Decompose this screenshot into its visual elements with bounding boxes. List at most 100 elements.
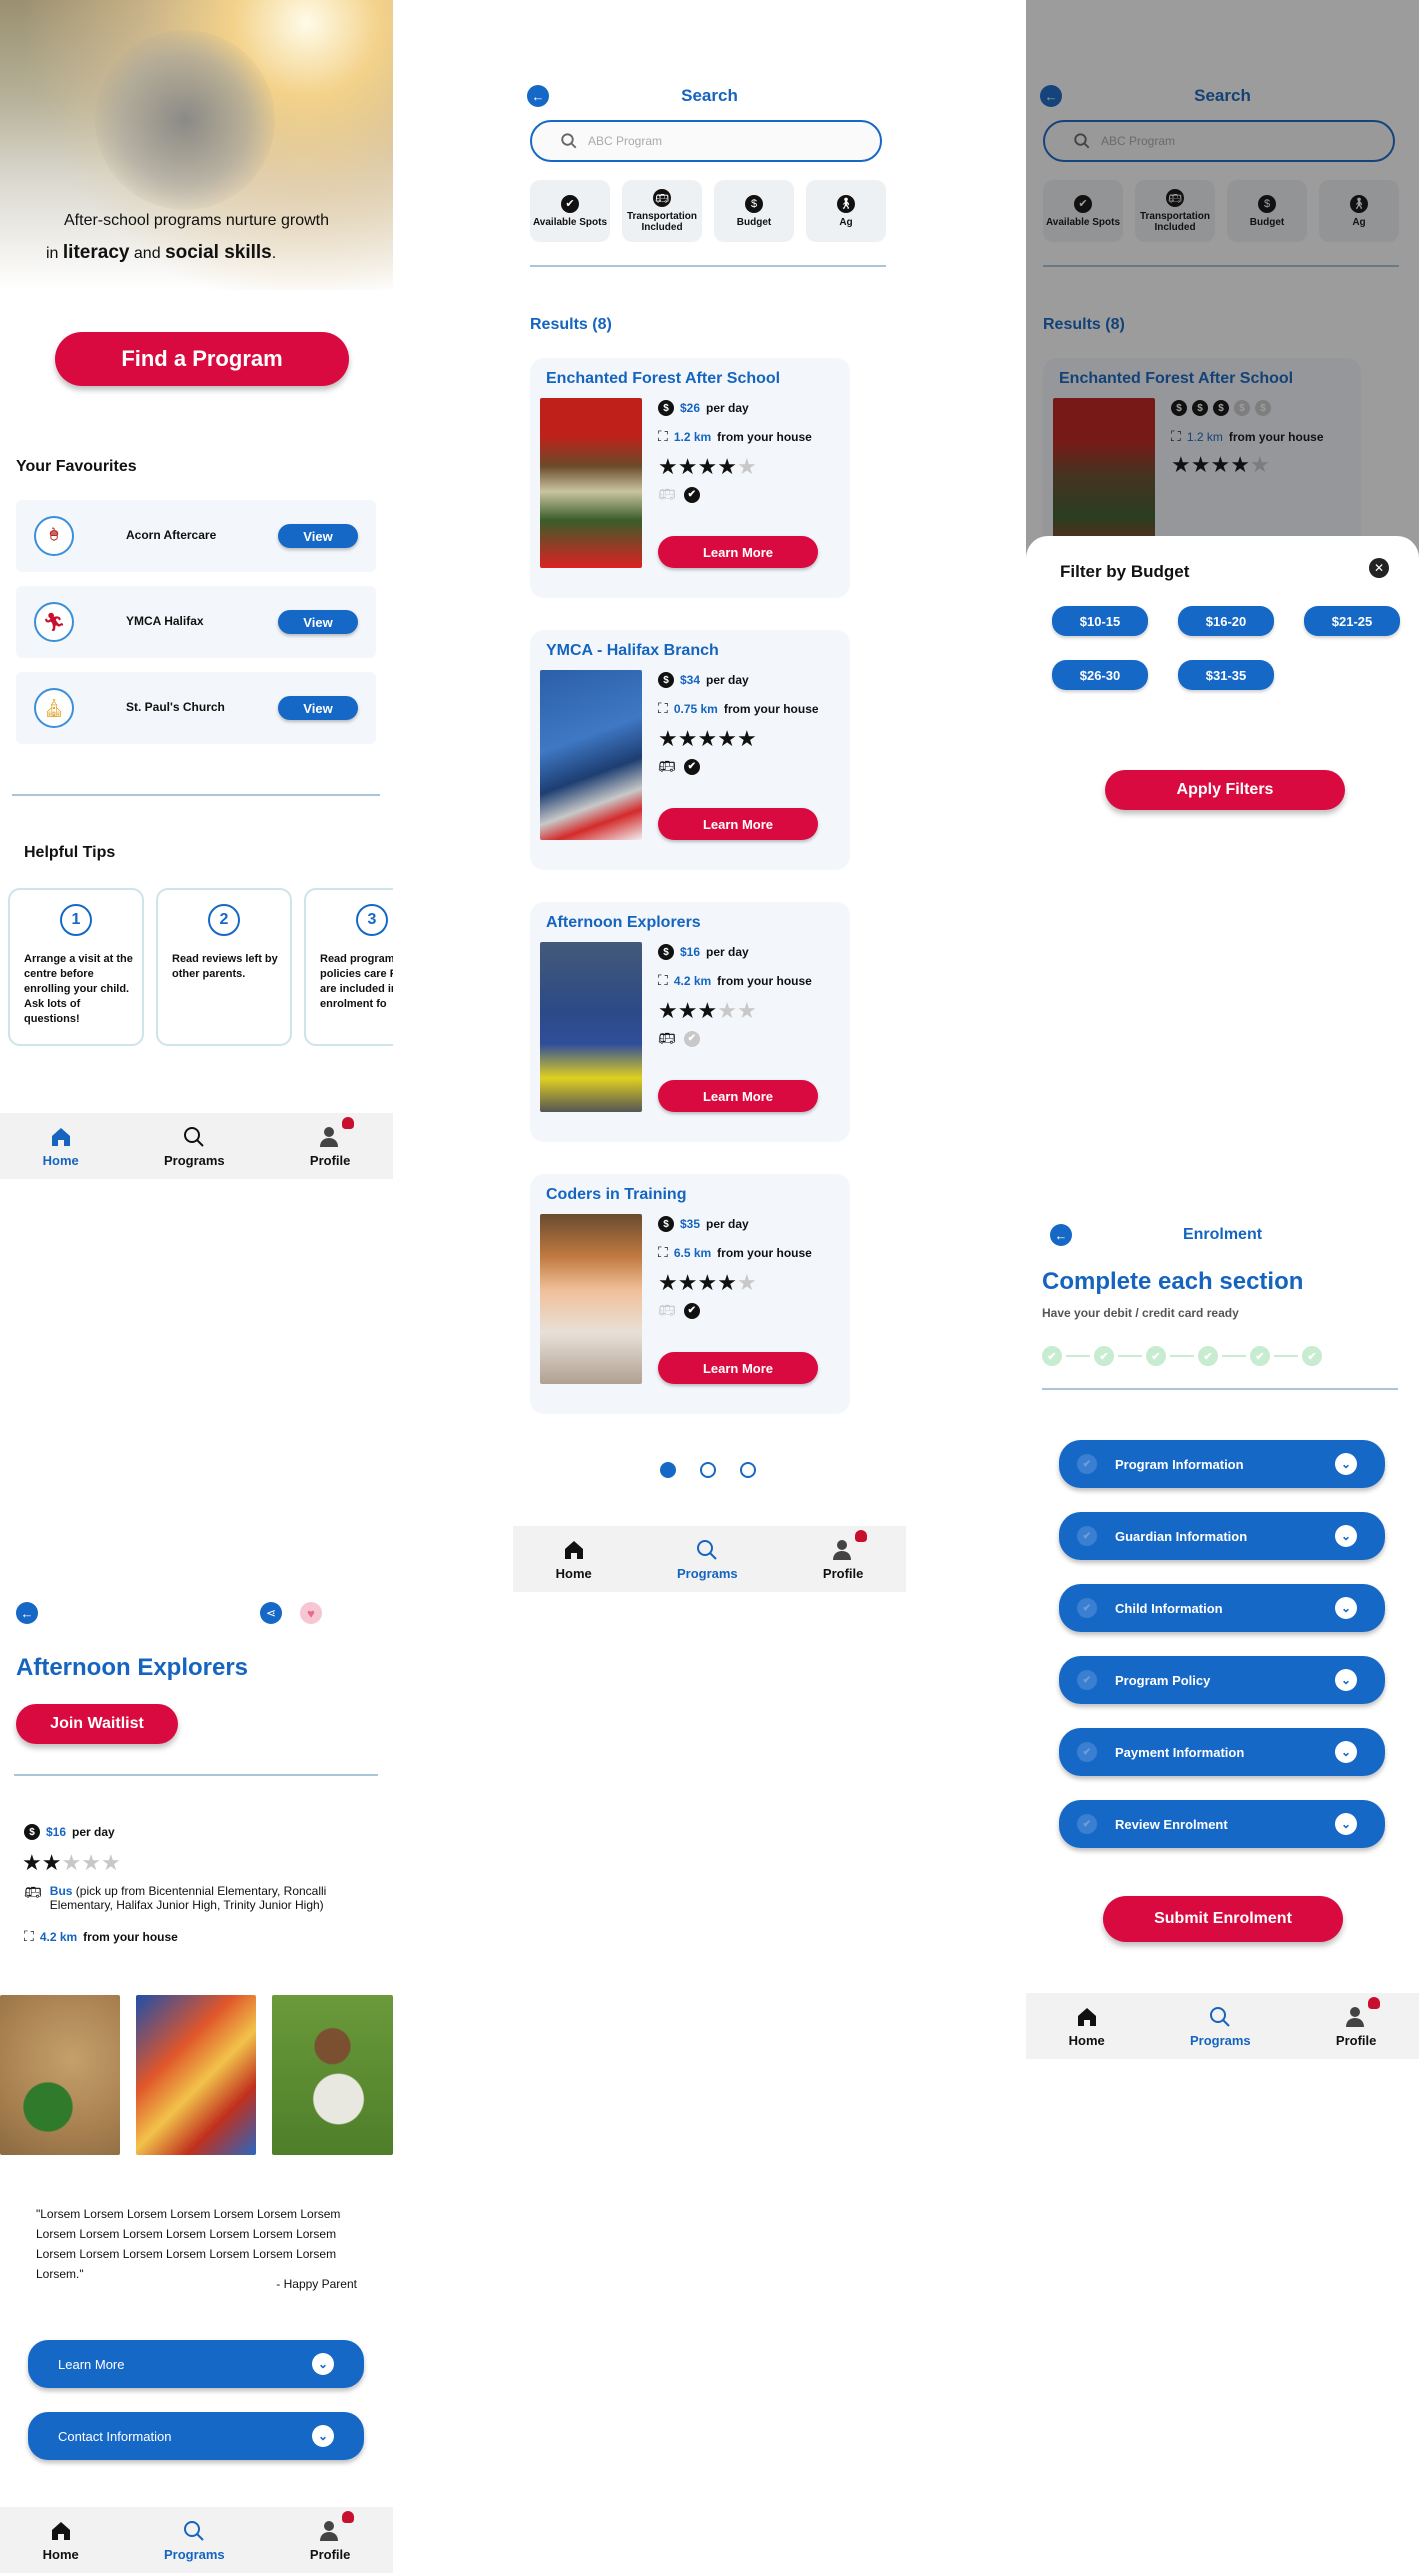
budget-option[interactable]: $31-35 (1178, 660, 1274, 690)
favourite-name: St. Paul's Church (126, 700, 225, 714)
view-button[interactable]: View (278, 524, 358, 548)
bottom-nav: Home Programs Profile (0, 1113, 393, 1179)
nav-programs[interactable]: Programs (164, 2519, 225, 2562)
learn-more-button[interactable]: Learn More (658, 808, 818, 840)
chevron-down-icon: ⌄ (312, 2425, 334, 2447)
nav-profile[interactable]: Profile (823, 1529, 868, 1581)
chevron-down-icon: ⌄ (1335, 1813, 1357, 1835)
results-count: Results (8) (530, 316, 612, 333)
enrolment-section[interactable]: ✔ Child Information ⌄ (1059, 1584, 1385, 1632)
profile-icon (320, 2520, 339, 2541)
apply-filters-button[interactable]: Apply Filters (1105, 770, 1345, 810)
star-icon: ★ (697, 454, 718, 479)
enrolment-section[interactable]: ✔ Review Enrolment ⌄ (1059, 1800, 1385, 1848)
share-button[interactable]: ⋖ (260, 1602, 282, 1624)
nav-home[interactable]: Home (556, 1538, 592, 1581)
chevron-down-icon: ⌄ (312, 2353, 334, 2375)
gallery-image-child[interactable] (272, 1995, 393, 2155)
page-dot[interactable] (700, 1462, 716, 1478)
star-icon: ★ (658, 726, 678, 751)
nav-programs[interactable]: Programs (164, 1125, 225, 1168)
home-icon (1077, 2007, 1096, 2026)
budget-option[interactable]: $10-15 (1052, 606, 1148, 636)
star-icon: ★ (736, 1270, 757, 1295)
bus-icon: 🚌︎ (24, 1884, 42, 1900)
home-icon (564, 1540, 583, 1559)
filter-chip[interactable]: 🚶︎ Ag (806, 180, 886, 242)
price-row: $ $34 per day (658, 672, 749, 688)
nav-home[interactable]: Home (43, 1125, 79, 1168)
back-button[interactable]: ← (16, 1602, 38, 1624)
search-icon (184, 1126, 205, 1147)
filter-chip-label: Ag (839, 216, 853, 228)
learn-more-button[interactable]: Learn More (658, 1080, 818, 1112)
amenity-row: 🚌︎ ✔ (658, 486, 700, 503)
submit-enrolment-button[interactable]: Submit Enrolment (1103, 1896, 1343, 1942)
tip-card: 3 Read program policies care Policies are… (304, 888, 393, 1046)
nav-home[interactable]: Home (1069, 2005, 1105, 2048)
budget-option[interactable]: $21-25 (1304, 606, 1400, 636)
tips-carousel[interactable]: 1 Arrange a visit at the centre before en… (0, 888, 393, 1048)
enrolment-section[interactable]: ✔ Program Policy ⌄ (1059, 1656, 1385, 1704)
close-button[interactable]: ✕ (1369, 558, 1389, 578)
view-button[interactable]: View (278, 696, 358, 720)
page-dot[interactable] (660, 1462, 676, 1478)
view-button[interactable]: View (278, 610, 358, 634)
price-row: $ $35 per day (658, 1216, 749, 1232)
enrolment-section[interactable]: ✔ Guardian Information ⌄ (1059, 1512, 1385, 1560)
step-check-icon: ✔ (1094, 1346, 1114, 1366)
filter-chip[interactable]: ✔ Available Spots (530, 180, 610, 242)
star-icon: ★ (658, 1270, 678, 1295)
tip-number: 2 (208, 904, 240, 936)
dollar-icon: $ (745, 194, 763, 213)
result-title: YMCA - Halifax Branch (546, 642, 719, 659)
result-card[interactable]: Enchanted Forest After School $ $26 per day… (530, 358, 850, 598)
photo-gallery (0, 1995, 393, 2155)
nav-home[interactable]: Home (43, 2519, 79, 2562)
acorn-icon: 🌰︎ (48, 525, 60, 545)
home-screen: After-school programs nurture growth in … (0, 0, 393, 1180)
nav-programs[interactable]: Programs (677, 1538, 738, 1581)
learn-more-button[interactable]: Learn More (658, 536, 818, 568)
star-icon: ★ (658, 998, 678, 1023)
page-dot[interactable] (740, 1462, 756, 1478)
filter-chip[interactable]: $ Budget (714, 180, 794, 242)
budget-option[interactable]: $26-30 (1052, 660, 1148, 690)
accordion-label: Learn More (58, 2356, 125, 2372)
result-card[interactable]: YMCA - Halifax Branch $ $34 per day ⛶ 0.75 km… (530, 630, 850, 870)
find-program-button[interactable]: Find a Program (55, 332, 349, 386)
chevron-down-icon: ⌄ (1335, 1669, 1357, 1691)
progress-steps: ✔ ✔ ✔ ✔ ✔ ✔ (1042, 1346, 1322, 1366)
favourite-item: 🌰︎ Acorn Aftercare View (16, 500, 376, 572)
star-icon: ★ (717, 454, 737, 479)
gallery-image-sandbox[interactable] (0, 1995, 120, 2155)
nav-programs[interactable]: Programs (1190, 2005, 1251, 2048)
learn-more-button[interactable]: Learn More (658, 1352, 818, 1384)
nav-profile[interactable]: Profile (310, 2510, 355, 2562)
gallery-image-painting[interactable] (136, 1995, 256, 2155)
nav-profile[interactable]: Profile (1336, 1996, 1381, 2048)
chevron-down-icon: ⌄ (1335, 1741, 1357, 1763)
enrolment-section[interactable]: ✔ Program Information ⌄ (1059, 1440, 1385, 1488)
result-image (540, 942, 642, 1112)
accordion-contact-info[interactable]: Contact Information ⌄ (28, 2412, 364, 2460)
step-check-icon: ✔ (1042, 1346, 1062, 1366)
accordion-learn-more[interactable]: Learn More ⌄ (28, 2340, 364, 2388)
nav-profile[interactable]: Profile (310, 1116, 355, 1168)
rating-stars: ★★★★★ (658, 456, 757, 479)
home-icon (51, 2521, 70, 2540)
section-label: Payment Information (1115, 1744, 1245, 1760)
filter-chip[interactable]: 🚌︎ Transportation Included (622, 180, 702, 242)
result-card[interactable]: Afternoon Explorers $ $16 per day ⛶ 4.2 km fro… (530, 902, 850, 1142)
join-waitlist-button[interactable]: Join Waitlist (16, 1704, 178, 1744)
search-input[interactable]: ABC Program (530, 120, 882, 162)
result-card[interactable]: Coders in Training $ $35 per day ⛶ 6.5 km from… (530, 1174, 850, 1414)
distance-row: ⛶ 6.5 km from your house (658, 1244, 812, 1261)
favourite-button[interactable]: ♥ (300, 1602, 322, 1624)
step-check-icon: ✔ (1077, 1670, 1097, 1690)
budget-option[interactable]: $16-20 (1178, 606, 1274, 636)
enrolment-section[interactable]: ✔ Payment Information ⌄ (1059, 1728, 1385, 1776)
home-icon (51, 1127, 70, 1146)
star-icon: ★ (717, 1270, 737, 1295)
share-icon: ⋖ (265, 1606, 277, 1620)
